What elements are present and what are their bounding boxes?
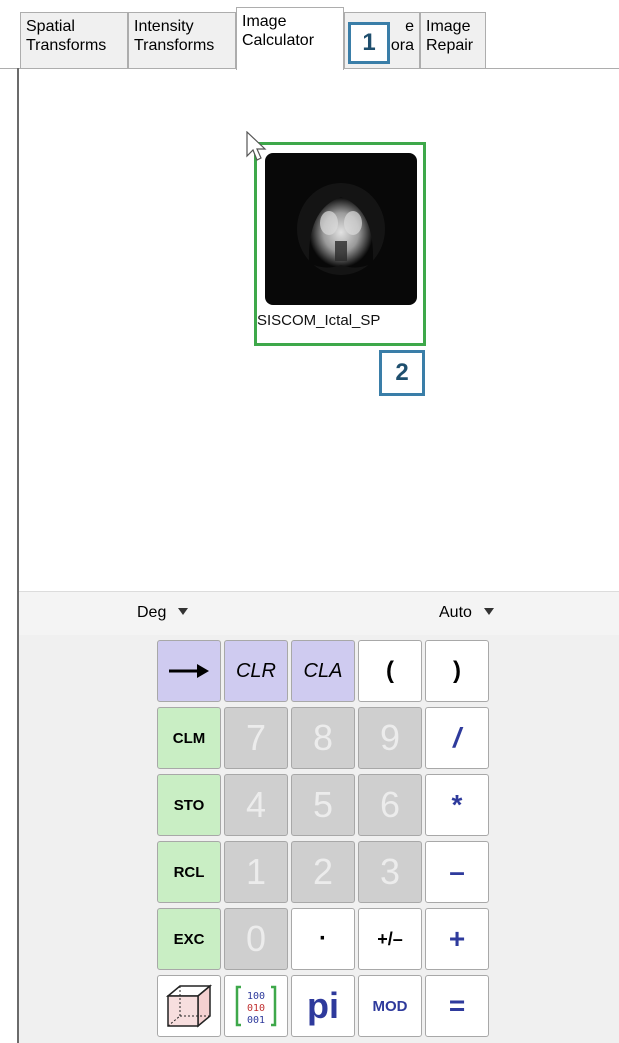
tab-label-line2: Transforms [134, 37, 215, 54]
thumbnail-label: SISCOM_Ictal_SP [257, 312, 381, 329]
digit-0-button[interactable]: 0 [224, 908, 288, 970]
open-paren-button[interactable]: ( [358, 640, 422, 702]
tab-label-line2: Transforms [26, 37, 107, 54]
decimal-point-button[interactable]: · [291, 908, 355, 970]
angle-mode-value: Deg [137, 604, 167, 621]
image-thumbnail[interactable]: SISCOM_Ictal_SP [254, 142, 426, 346]
tab-label-line1: Spatial [26, 18, 75, 35]
multiply-button[interactable]: * [425, 774, 489, 836]
digit-2-button[interactable]: 2 [291, 841, 355, 903]
brain-scan-image [265, 153, 417, 305]
digit-6-button[interactable]: 6 [358, 774, 422, 836]
digit-9-button[interactable]: 9 [358, 707, 422, 769]
digit-4-button[interactable]: 4 [224, 774, 288, 836]
angle-mode-select[interactable]: Deg [137, 604, 189, 622]
equals-button[interactable]: = [425, 975, 489, 1037]
tab-label-line1: Image [426, 18, 471, 35]
divide-button[interactable]: / [425, 707, 489, 769]
tab-spatial-transforms[interactable]: Spatial Transforms [20, 12, 128, 69]
digit-5-button[interactable]: 5 [291, 774, 355, 836]
matrix-row-2: 010 [247, 1003, 265, 1014]
clm-button[interactable]: CLM [157, 707, 221, 769]
digit-1-button[interactable]: 1 [224, 841, 288, 903]
close-paren-button[interactable]: ) [425, 640, 489, 702]
tab-bar: Spatial Transforms Intensity Transforms … [0, 0, 619, 70]
tab-intensity-transforms[interactable]: Intensity Transforms [128, 12, 236, 69]
matrix-icon: 100 010 001 [235, 985, 277, 1027]
tab-label-line2: Calculator [242, 32, 315, 49]
minus-button[interactable]: – [425, 841, 489, 903]
matrix-row-3: 001 [247, 1015, 265, 1026]
chevron-down-icon [483, 608, 494, 615]
options-bar: Deg Auto [19, 591, 619, 635]
digit-7-button[interactable]: 7 [224, 707, 288, 769]
tab-label-line2: Repair [426, 37, 474, 54]
sto-button[interactable]: STO [157, 774, 221, 836]
calculator-keypad: CLR CLA ( ) CLM 7 8 9 / STO 4 5 6 * RCL … [19, 635, 619, 1043]
mouse-cursor-icon [246, 131, 267, 161]
identity-matrix-button[interactable]: 100 010 001 [224, 975, 288, 1037]
digit-3-button[interactable]: 3 [358, 841, 422, 903]
tab-label-line1: Intensity [134, 18, 194, 35]
clr-button[interactable]: CLR [224, 640, 288, 702]
scale-mode-value: Auto [439, 604, 472, 621]
callout-marker-1: 1 [348, 22, 390, 64]
tab-image-calculator[interactable]: Image Calculator [236, 7, 344, 70]
callout-marker-2: 2 [379, 350, 425, 396]
matrix-row-1: 100 [247, 991, 265, 1002]
scale-mode-select[interactable]: Auto [439, 604, 494, 622]
mod-button[interactable]: MOD [358, 975, 422, 1037]
pi-button[interactable]: pi [291, 975, 355, 1037]
exc-button[interactable]: EXC [157, 908, 221, 970]
right-arrow-icon [169, 664, 209, 678]
plus-minus-button[interactable]: +/– [358, 908, 422, 970]
rcl-button[interactable]: RCL [157, 841, 221, 903]
digit-8-button[interactable]: 8 [291, 707, 355, 769]
chevron-down-icon [178, 608, 189, 615]
cla-button[interactable]: CLA [291, 640, 355, 702]
tab-image-repair[interactable]: Image Repair [420, 12, 486, 69]
tab-label-line1: Image [242, 13, 287, 30]
volume-cube-button[interactable] [157, 975, 221, 1037]
cube-icon [165, 984, 213, 1028]
plus-button[interactable]: + [425, 908, 489, 970]
assign-arrow-button[interactable] [157, 640, 221, 702]
